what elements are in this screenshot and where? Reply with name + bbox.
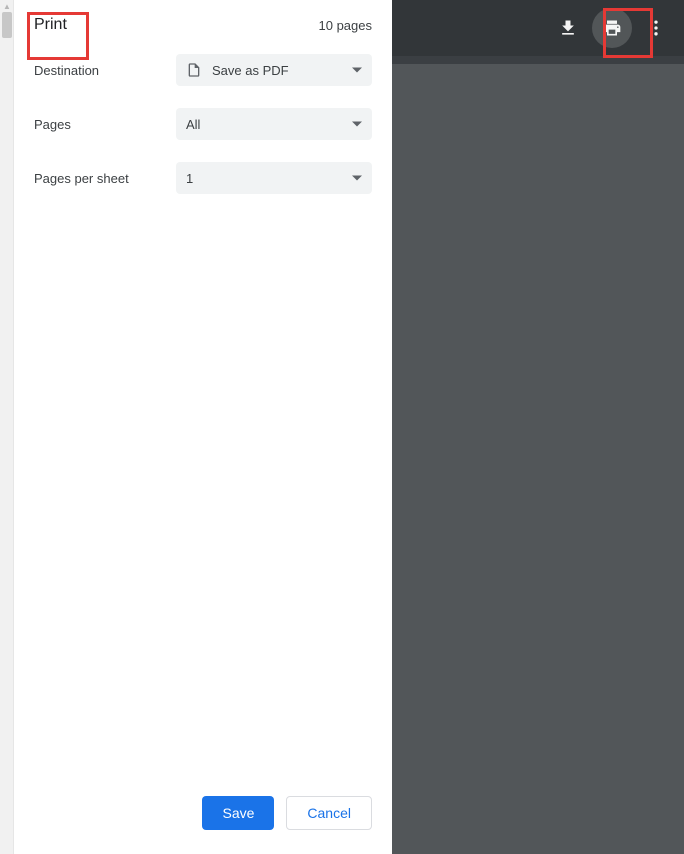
print-button[interactable] — [592, 8, 632, 48]
destination-value: Save as PDF — [212, 63, 289, 78]
pages-row: Pages All — [34, 108, 372, 140]
download-icon — [558, 18, 578, 38]
pages-per-sheet-label: Pages per sheet — [34, 171, 176, 186]
page-count-label: 10 pages — [319, 18, 373, 33]
cancel-button[interactable]: Cancel — [286, 796, 372, 830]
chevron-down-icon — [352, 122, 362, 127]
pages-value: All — [186, 117, 200, 132]
pages-per-sheet-select[interactable]: 1 — [176, 162, 372, 194]
pages-per-sheet-row: Pages per sheet 1 — [34, 162, 372, 194]
print-title: Print — [34, 16, 67, 34]
print-panel-footer: Save Cancel — [14, 780, 392, 854]
pages-label: Pages — [34, 117, 176, 132]
preview-toolbar — [392, 0, 684, 56]
destination-row: Destination Save as PDF — [34, 54, 372, 86]
more-button[interactable] — [636, 8, 676, 48]
print-panel: Print 10 pages Destination Save as PDF P… — [14, 0, 392, 854]
print-panel-header: Print 10 pages — [14, 0, 392, 54]
pages-select[interactable]: All — [176, 108, 372, 140]
window-scrollbar[interactable]: ▲ — [0, 0, 14, 854]
print-icon — [602, 18, 622, 38]
chevron-down-icon — [352, 68, 362, 73]
download-button[interactable] — [548, 8, 588, 48]
print-panel-body: Destination Save as PDF Pages All Pages … — [14, 54, 392, 216]
scroll-up-arrow[interactable]: ▲ — [3, 2, 11, 11]
destination-label: Destination — [34, 63, 176, 78]
preview-toolbar-shadow — [392, 56, 684, 64]
preview-pane — [392, 0, 684, 854]
pages-per-sheet-value: 1 — [186, 171, 193, 186]
chevron-down-icon — [352, 176, 362, 181]
file-icon — [186, 62, 202, 78]
save-button[interactable]: Save — [202, 796, 274, 830]
scroll-thumb[interactable] — [2, 12, 12, 38]
destination-select[interactable]: Save as PDF — [176, 54, 372, 86]
more-icon — [646, 18, 666, 38]
